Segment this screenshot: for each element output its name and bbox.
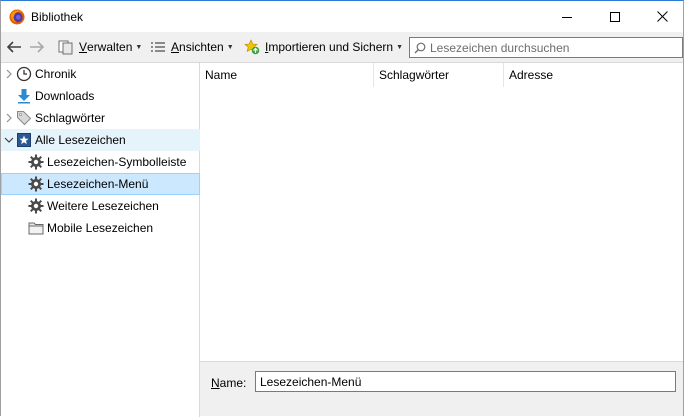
import-backup-menu-button[interactable]: Importieren und Sichern ▼ (244, 32, 403, 62)
import-label: mportieren und Sichern (268, 40, 394, 54)
views-accesskey: A (171, 40, 180, 54)
tag-icon (17, 111, 32, 126)
tree-item-other-bookmarks[interactable]: Weitere Lesezeichen (1, 195, 200, 217)
organize-icon (58, 40, 73, 55)
tree-item-label: Schlagwörter (35, 111, 106, 125)
tree-item-mobile-bookmarks[interactable]: Mobile Lesezeichen (1, 217, 200, 239)
tree-item-downloads[interactable]: Downloads (1, 85, 200, 107)
minimize-icon (562, 16, 572, 18)
dropdown-arrow-icon: ▼ (135, 43, 143, 51)
name-field[interactable] (255, 371, 676, 392)
bookmarks-tree[interactable]: Chronik Downloads Schlagwörter Alle Lese… (1, 63, 200, 417)
bookmark-star-icon (17, 133, 31, 147)
column-header-label: Name (205, 68, 238, 82)
organize-label: erwalten (87, 40, 133, 54)
tree-item-label: Lesezeichen-Menü (47, 177, 149, 191)
maximize-icon (610, 11, 620, 22)
name-accesskey: N (211, 376, 220, 390)
title-bar: Bibliothek (1, 1, 683, 32)
collapse-chevron-icon[interactable] (4, 136, 14, 144)
column-header-label: Schlagwörter (379, 68, 450, 82)
tree-item-label: Lesezeichen-Symbolleiste (47, 155, 187, 169)
tree-item-bookmarks-menu[interactable]: Lesezeichen-Menü (1, 173, 200, 195)
name-field-label: Name: (211, 376, 246, 390)
column-header-name[interactable]: Name (200, 63, 374, 87)
organize-accesskey: V (79, 40, 88, 54)
download-arrow-icon (18, 89, 30, 104)
import-star-icon (244, 39, 260, 55)
list-view-icon (151, 42, 165, 52)
expand-chevron-icon[interactable] (5, 69, 13, 79)
close-icon (656, 11, 668, 22)
column-header-address[interactable]: Adresse (504, 63, 683, 87)
gear-icon (28, 176, 44, 192)
library-window: Bibliothek Verwalten ▼ A nsichten ▼ I mp… (0, 0, 684, 417)
expand-chevron-icon[interactable] (5, 113, 13, 123)
tree-item-tags[interactable]: Schlagwörter (1, 107, 200, 129)
name-label-text: ame: (219, 376, 247, 390)
tree-item-label: Weitere Lesezeichen (47, 199, 159, 213)
details-pane: Name: (200, 361, 683, 416)
views-label: nsichten (179, 40, 224, 54)
gear-icon (28, 154, 44, 170)
tree-item-label: Chronik (35, 67, 77, 81)
search-input[interactable] (430, 40, 670, 55)
views-menu-button[interactable]: Ansichten ▼ (150, 32, 234, 62)
folder-icon (28, 222, 44, 235)
tree-item-label: Mobile Lesezeichen (47, 221, 154, 235)
tree-item-bookmarks-toolbar[interactable]: Lesezeichen-Symbolleiste (1, 151, 200, 173)
firefox-icon (9, 9, 25, 25)
search-box[interactable] (409, 37, 683, 58)
organize-menu-button[interactable]: Verwalten ▼ (58, 32, 142, 62)
arrow-right-icon[interactable] (28, 39, 46, 55)
column-header-label: Adresse (509, 68, 554, 82)
tree-item-all-bookmarks[interactable]: Alle Lesezeichen (1, 129, 200, 151)
bookmarks-list[interactable]: Name Schlagwörter Adresse (200, 63, 683, 361)
clock-icon (16, 66, 32, 82)
minimize-button[interactable] (544, 1, 590, 32)
tree-item-history[interactable]: Chronik (1, 63, 200, 85)
arrow-left-icon[interactable] (5, 39, 23, 55)
search-icon (414, 42, 426, 53)
dropdown-arrow-icon: ▼ (226, 43, 234, 51)
dropdown-arrow-icon: ▼ (396, 43, 404, 51)
column-header-tags[interactable]: Schlagwörter (374, 63, 504, 87)
tree-item-label: Alle Lesezeichen (35, 133, 126, 147)
gear-icon (28, 198, 44, 214)
tree-item-label: Downloads (35, 89, 95, 103)
window-title: Bibliothek (31, 10, 84, 24)
close-button[interactable] (639, 1, 685, 32)
maximize-button[interactable] (592, 1, 638, 32)
